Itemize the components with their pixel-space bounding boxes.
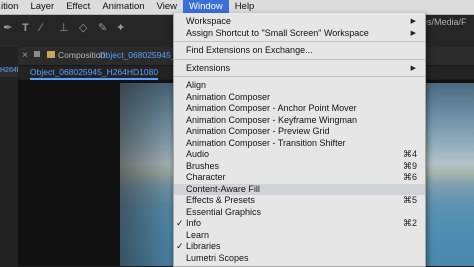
menu-item-effects-presets[interactable]: Effects & Presets ⌘5 bbox=[174, 195, 425, 206]
menu-separator bbox=[174, 76, 425, 77]
menu-item-content-aware-fill[interactable]: Content-Aware Fill bbox=[174, 183, 425, 195]
menu-item-label: Assign Shortcut to "Small Screen" Worksp… bbox=[186, 27, 369, 38]
menu-item-workspace[interactable]: Workspace ▶ bbox=[174, 16, 425, 27]
submenu-arrow-icon: ▶ bbox=[410, 29, 416, 37]
menu-composition[interactable]: ition bbox=[0, 0, 24, 14]
menu-item-label: Extensions bbox=[186, 62, 231, 73]
eraser-tool-icon[interactable]: ◇ bbox=[79, 22, 87, 34]
menu-item-label: Info bbox=[186, 218, 202, 228]
menu-item-label: Character bbox=[186, 172, 226, 182]
menu-item-shortcut: ⌘6 bbox=[402, 172, 417, 182]
menu-item-label: Align bbox=[186, 80, 207, 90]
menu-window[interactable]: Window bbox=[183, 0, 229, 14]
menu-item-find-extensions-on-exchange[interactable]: Find Extensions on Exchange... bbox=[174, 45, 425, 56]
menu-item-brushes[interactable]: Brushes ⌘9 bbox=[174, 161, 425, 172]
menu-item-animation-composer-transition-shifter[interactable]: Animation Composer - Transition Shifter bbox=[174, 138, 425, 149]
menu-item-animation-composer-keyframe-wingman[interactable]: Animation Composer - Keyframe Wingman bbox=[174, 115, 425, 126]
menu-item-shortcut: ⌘4 bbox=[402, 149, 417, 159]
stamp-tool-icon[interactable]: ⊥ bbox=[59, 22, 69, 34]
menu-item-lumetri-scopes[interactable]: Lumetri Scopes bbox=[174, 253, 425, 264]
menu-view[interactable]: View bbox=[151, 0, 183, 14]
menu-item-shortcut: ⌘5 bbox=[402, 195, 417, 205]
menu-item-label: Learn bbox=[186, 229, 210, 240]
menu-item-essential-graphics[interactable]: Essential Graphics bbox=[174, 207, 425, 218]
menu-item-label: Animation Composer - Preview Grid bbox=[186, 126, 330, 136]
menu-item-extensions[interactable]: Extensions ▶ bbox=[174, 63, 425, 74]
menu-item-label: Find Extensions on Exchange... bbox=[186, 45, 313, 55]
pen-tool-icon[interactable]: ✒ bbox=[3, 22, 12, 34]
menu-item-label: Libraries bbox=[186, 241, 221, 251]
menu-item-label: Workspace bbox=[186, 16, 231, 26]
menu-item-learn[interactable]: Learn bbox=[174, 230, 425, 241]
menu-item-label: Animation Composer bbox=[186, 91, 271, 102]
menu-item-animation-composer-preview-grid[interactable]: Animation Composer - Preview Grid bbox=[174, 126, 425, 137]
project-panel bbox=[0, 47, 19, 266]
roto-brush-tool-icon[interactable]: ✎ bbox=[98, 22, 107, 34]
menu-item-label: Essential Graphics bbox=[186, 206, 262, 217]
checkmark-icon: ✓ bbox=[176, 241, 184, 251]
menu-layer[interactable]: Layer bbox=[24, 0, 60, 14]
menu-item-info[interactable]: ✓ Info ⌘2 bbox=[174, 218, 425, 229]
menu-item-label: Animation Composer - Anchor Point Mover bbox=[186, 103, 357, 113]
menu-item-label: Audio bbox=[186, 149, 210, 159]
menu-item-label: Lumetri Scopes bbox=[186, 252, 249, 263]
menu-item-audio[interactable]: Audio ⌘4 bbox=[174, 149, 425, 160]
brush-tool-icon[interactable]: ∕ bbox=[40, 22, 42, 34]
menu-separator bbox=[174, 41, 425, 42]
project-panel-tab[interactable]: H264HD bbox=[0, 67, 18, 77]
menu-item-assign-shortcut-to-small-screen-workspace[interactable]: Assign Shortcut to "Small Screen" Worksp… bbox=[174, 28, 425, 39]
menu-animation[interactable]: Animation bbox=[96, 0, 150, 14]
menu-item-animation-composer-anchor-point-mover[interactable]: Animation Composer - Anchor Point Mover bbox=[174, 103, 425, 114]
menu-item-label: Animation Composer - Transition Shifter bbox=[186, 137, 346, 148]
menu-item-libraries[interactable]: ✓ Libraries bbox=[174, 241, 425, 252]
submenu-arrow-icon: ▶ bbox=[410, 18, 416, 25]
close-icon[interactable]: × bbox=[22, 50, 28, 61]
menu-item-shortcut: ⌘2 bbox=[402, 218, 417, 228]
text-tool-icon[interactable]: T bbox=[22, 22, 29, 34]
menu-item-label: Effects & Presets bbox=[186, 195, 255, 205]
menu-separator bbox=[174, 58, 425, 60]
menu-item-align[interactable]: Align bbox=[174, 80, 425, 91]
window-menu-dropdown: Workspace ▶ Assign Shortcut to "Small Scre… bbox=[173, 13, 426, 267]
menu-item-shortcut: ⌘9 bbox=[402, 160, 417, 171]
menu-item-label: Animation Composer - Keyframe Wingman bbox=[186, 114, 358, 125]
menu-item-animation-composer[interactable]: Animation Composer bbox=[174, 92, 425, 103]
composition-tab[interactable]: Object_068025945_H264HD1080 bbox=[30, 66, 159, 80]
menu-item-character[interactable]: Character ⌘6 bbox=[174, 172, 425, 183]
checkmark-icon: ✓ bbox=[176, 218, 184, 228]
lock-icon[interactable] bbox=[34, 51, 40, 57]
puppet-pin-tool-icon[interactable]: ✦ bbox=[116, 22, 125, 34]
menu-item-label: Content-Aware Fill bbox=[186, 183, 260, 194]
menu-help[interactable]: Help bbox=[229, 0, 261, 14]
submenu-arrow-icon: ▶ bbox=[410, 64, 416, 72]
menu-item-label: Brushes bbox=[186, 160, 220, 171]
composition-icon bbox=[47, 51, 55, 58]
menu-effect[interactable]: Effect bbox=[60, 0, 96, 14]
